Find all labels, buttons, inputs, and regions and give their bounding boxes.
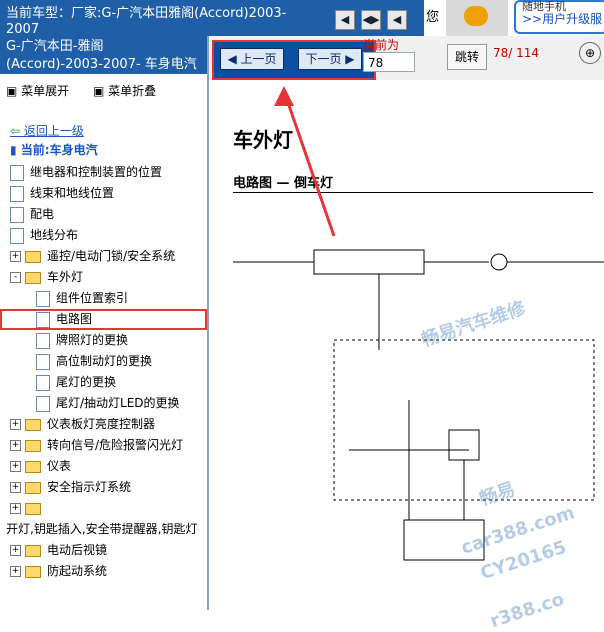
tree-item[interactable]: - 车外灯 bbox=[0, 267, 207, 288]
tree-item-label: 线束和地线位置 bbox=[30, 186, 115, 200]
tree-item[interactable]: 尾灯的更换 bbox=[0, 372, 207, 393]
document-icon bbox=[10, 206, 24, 223]
current-section: ▮ 当前:车身电汽 bbox=[10, 141, 98, 158]
tree-item[interactable]: + 安全指示灯系统 bbox=[0, 477, 207, 498]
sidebar: G-广汽本田-雅阁 (Accord)-2003-2007- 车身电汽 ▣ 菜单展… bbox=[0, 36, 209, 610]
nav-button-1[interactable]: ◀ bbox=[335, 10, 355, 30]
document-icon bbox=[36, 290, 50, 307]
expand-icon[interactable]: + bbox=[10, 419, 21, 430]
help-char: 您 bbox=[426, 10, 440, 25]
nav-button-3[interactable]: ◀ bbox=[387, 10, 407, 30]
upgrade-link[interactable]: >>用户升级服 bbox=[522, 10, 602, 27]
tree-item-label: 地线分布 bbox=[30, 228, 79, 242]
back-label: 返回上一级 bbox=[23, 124, 84, 138]
robot-icon bbox=[446, 0, 508, 36]
folder-icon bbox=[25, 250, 41, 263]
tree-item-label: 车外灯 bbox=[47, 270, 84, 284]
viewer: ◀ 上一页 下一页 ▶ 当前为 78 跳转 78/ 114 ⊕ 车外灯 电路图 … bbox=[209, 36, 604, 632]
document-icon bbox=[36, 311, 50, 328]
menu-controls: ▣ 菜单展开 ▣ 菜单折叠 bbox=[6, 82, 176, 99]
document-icon bbox=[36, 395, 50, 412]
tree-item[interactable]: 尾灯/抽动灯LED的更换 bbox=[0, 393, 207, 414]
nav-button-2[interactable]: ◀▶ bbox=[361, 10, 381, 30]
folder-icon bbox=[25, 565, 41, 578]
back-arrow-icon: ⇦ bbox=[10, 124, 24, 138]
tree: 继电器和控制装置的位置 线束和地线位置 配电地线分布 + 遥控/电动门锁/安全系统 - 车外… bbox=[0, 162, 207, 582]
tree-item[interactable]: + 防起动系统 bbox=[0, 561, 207, 582]
tree-item-label: 组件位置索引 bbox=[56, 291, 129, 305]
help-area: 您 随地手机 >>用户升级服 bbox=[424, 0, 604, 36]
tree-item[interactable]: 电路图 bbox=[0, 309, 207, 330]
tree-item-label: 防起动系统 bbox=[47, 564, 108, 578]
expand-icon[interactable]: + bbox=[10, 251, 21, 262]
tree-item[interactable]: 组件位置索引 bbox=[0, 288, 207, 309]
tree-item[interactable]: + 仪表板灯亮度控制器 bbox=[0, 414, 207, 435]
tree-item[interactable]: 地线分布 bbox=[0, 225, 207, 246]
tree-item-label: 尾灯的更换 bbox=[56, 375, 117, 389]
tree-item-label: 电动后视镜 bbox=[47, 543, 108, 557]
folder-icon bbox=[25, 271, 41, 284]
tree-item-label: 转向信号/危险报警闪光灯 bbox=[47, 438, 184, 452]
back-link[interactable]: ⇦ 返回上一级 bbox=[10, 122, 84, 139]
folder-icon bbox=[25, 439, 41, 452]
expand-icon[interactable]: + bbox=[10, 440, 21, 451]
tree-item-label: 牌照灯的更换 bbox=[56, 333, 129, 347]
tree-item[interactable]: + bbox=[0, 498, 207, 519]
tree-item[interactable]: 配电 bbox=[0, 204, 207, 225]
expand-icon[interactable]: + bbox=[10, 482, 21, 493]
book-icon: ▮ bbox=[10, 143, 21, 157]
tree-item[interactable]: 高位制动灯的更换 bbox=[0, 351, 207, 372]
sidebar-header: G-广汽本田-雅阁 (Accord)-2003-2007- 车身电汽 bbox=[0, 36, 207, 74]
menu-collapse-button[interactable]: ▣ 菜单折叠 bbox=[93, 84, 166, 98]
tree-item[interactable]: 继电器和控制装置的位置 bbox=[0, 162, 207, 183]
folder-icon bbox=[25, 481, 41, 494]
tree-item[interactable]: 牌照灯的更换 bbox=[0, 330, 207, 351]
collapse-icon[interactable]: - bbox=[10, 272, 21, 283]
folder-icon bbox=[25, 544, 41, 557]
expand-icon[interactable]: + bbox=[10, 545, 21, 556]
tree-item-label: 安全指示灯系统 bbox=[47, 480, 132, 494]
folder-icon bbox=[25, 502, 41, 515]
menu-expand-label: 菜单展开 bbox=[21, 84, 70, 98]
tree-item[interactable]: + 电动后视镜 bbox=[0, 540, 207, 561]
tree-item[interactable]: 线束和地线位置 bbox=[0, 183, 207, 204]
expand-icon[interactable]: + bbox=[10, 566, 21, 577]
tree-item-label: 遥控/电动门锁/安全系统 bbox=[47, 249, 176, 263]
tree-item-label: 仪表板灯亮度控制器 bbox=[47, 417, 156, 431]
tree-item[interactable]: + 仪表 bbox=[0, 456, 207, 477]
upgrade-box[interactable]: 随地手机 >>用户升级服 bbox=[514, 0, 604, 34]
tree-item-label: 电路图 bbox=[56, 312, 93, 326]
tree-item[interactable]: 开灯,钥匙插入,安全带提醒器,钥匙灯 bbox=[0, 519, 207, 540]
folder-icon bbox=[25, 418, 41, 431]
expand-icon[interactable]: + bbox=[10, 503, 21, 514]
current-section-label: 当前:车身电汽 bbox=[20, 143, 98, 157]
tree-item-label: 配电 bbox=[30, 207, 55, 221]
tree-item-label: 尾灯/抽动灯LED的更换 bbox=[56, 396, 180, 410]
red-arrow bbox=[274, 86, 336, 237]
tree-item-label: 仪表 bbox=[47, 459, 72, 473]
tree-item-label: 开灯,钥匙插入,安全带提醒器,钥匙灯 bbox=[6, 522, 198, 536]
tree-item-label: 继电器和控制装置的位置 bbox=[30, 165, 163, 179]
tree-item[interactable]: + 遥控/电动门锁/安全系统 bbox=[0, 246, 207, 267]
document-icon bbox=[36, 332, 50, 349]
document-icon bbox=[10, 227, 24, 244]
tree-item[interactable]: + 转向信号/危险报警闪光灯 bbox=[0, 435, 207, 456]
top-bar: 当前车型：厂家:G-广汽本田雅阁(Accord)2003-2007 ◀ ◀▶ ◀… bbox=[0, 0, 604, 37]
tree-item-label: 高位制动灯的更换 bbox=[56, 354, 153, 368]
folder-icon bbox=[25, 460, 41, 473]
document-icon bbox=[10, 185, 24, 202]
top-nav-buttons: ◀ ◀▶ ◀ bbox=[335, 10, 407, 30]
document-icon bbox=[10, 164, 24, 181]
expand-icon[interactable]: + bbox=[10, 461, 21, 472]
document-icon bbox=[36, 374, 50, 391]
current-car-model: 当前车型：厂家:G-广汽本田雅阁(Accord)2003-2007 bbox=[6, 6, 287, 37]
document-icon bbox=[36, 353, 50, 370]
menu-expand-button[interactable]: ▣ 菜单展开 bbox=[6, 84, 79, 98]
menu-collapse-label: 菜单折叠 bbox=[108, 84, 157, 98]
